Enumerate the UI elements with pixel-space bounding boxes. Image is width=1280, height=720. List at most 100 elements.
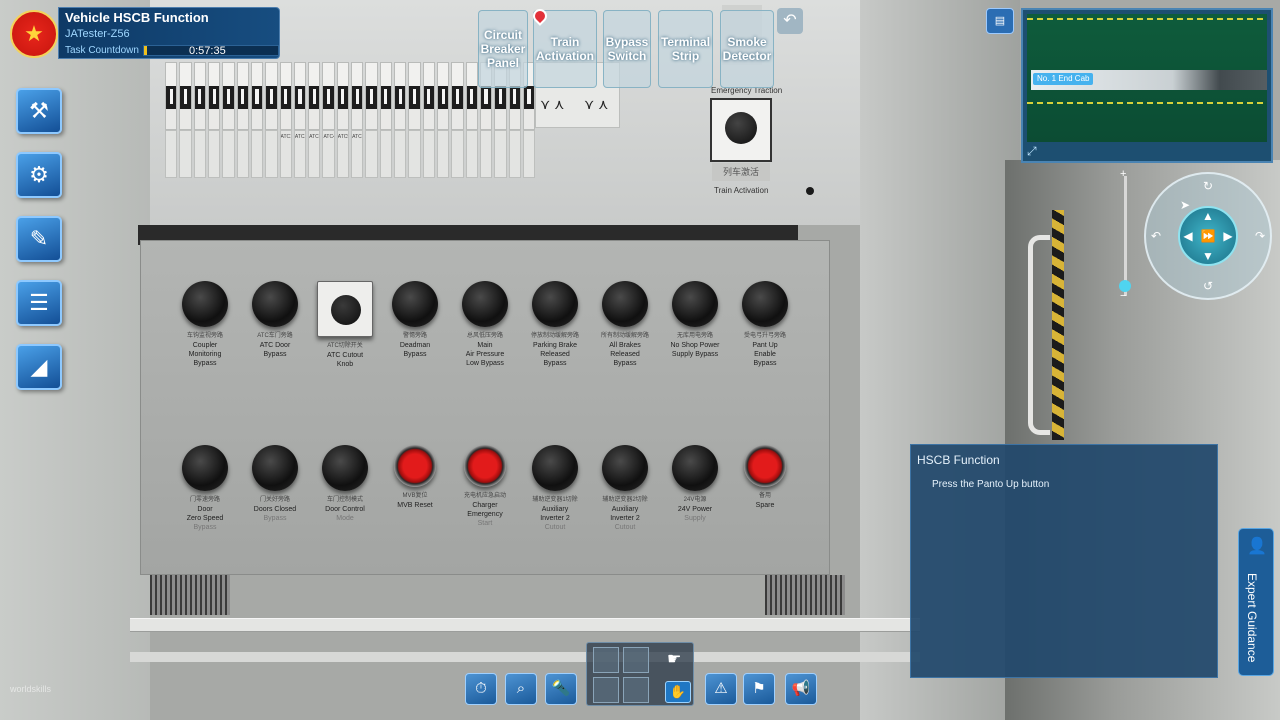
circuit-breaker[interactable] (193, 62, 206, 130)
panel-control-row2-8: 备用 Spare (727, 439, 803, 510)
rotate-up-icon[interactable]: ↻ (1200, 178, 1216, 194)
circuit-breaker[interactable] (336, 62, 350, 130)
rotary-switch[interactable] (392, 281, 438, 327)
circuit-breaker[interactable] (422, 62, 435, 130)
move-up-icon[interactable]: ▲ (1200, 208, 1216, 224)
breaker-label (265, 130, 278, 178)
panel-control-row1-4: 总风低压旁路 Main Air Pressure Low Bypass (447, 275, 523, 368)
rotate-left-icon[interactable]: ↶ (1148, 228, 1164, 244)
circuit-breaker[interactable] (394, 62, 407, 130)
switch-symbol-icon: ⋎ ⋏ (584, 96, 609, 112)
stopwatch-icon[interactable]: ⏱ (465, 673, 497, 705)
train-activation-knob[interactable] (725, 112, 757, 144)
panel-control-row2-6: 辅助逆变器2切除 Auxiliary Inverter 2 Cutout (587, 439, 663, 532)
circuit-breaker[interactable] (308, 62, 321, 130)
circuit-breaker[interactable] (365, 62, 378, 130)
circuit-breaker[interactable] (351, 62, 364, 130)
panel-control-row1-3: 警惕旁路 Deadman Bypass (377, 275, 453, 359)
camera-compass[interactable]: ↻ ↺ ↶ ↷ ▲ ▼ ◀ ▶ ⏩ (1144, 172, 1272, 300)
rotary-switch[interactable] (742, 281, 788, 327)
grab-hand-icon[interactable]: ✋ (665, 681, 691, 703)
flashlight-icon[interactable]: 🔦 (545, 673, 577, 705)
rotary-switch[interactable] (602, 281, 648, 327)
rotate-right-icon[interactable]: ↷ (1252, 228, 1268, 244)
circuit-breaker[interactable] (451, 62, 464, 130)
circuit-breaker[interactable] (465, 62, 478, 130)
move-right-icon[interactable]: ▶ (1220, 228, 1236, 244)
rotary-switch[interactable] (252, 445, 298, 491)
inventory-slot[interactable] (623, 647, 649, 673)
red-push-button[interactable] (464, 445, 506, 487)
nav-smoke-detector[interactable]: Smoke Detector (720, 10, 774, 88)
inventory-slot[interactable] (593, 647, 619, 673)
checklist-icon[interactable]: ☰ (16, 280, 62, 326)
move-left-icon[interactable]: ◀ (1180, 228, 1196, 244)
rotary-switch[interactable] (672, 281, 718, 327)
rotary-switch[interactable] (462, 281, 508, 327)
fast-forward-icon[interactable]: ⏩ (1200, 228, 1216, 244)
expert-guidance-tab[interactable]: 👤 Expert Guidance (1238, 528, 1274, 676)
pointing-hand-icon[interactable]: ☛ (667, 649, 681, 669)
rotary-switch[interactable] (252, 281, 298, 327)
circuit-breaker[interactable] (293, 62, 307, 130)
inventory-slot[interactable] (593, 677, 619, 703)
rotary-switch[interactable] (602, 445, 648, 491)
control-label: Bypass (193, 524, 217, 531)
camera-move-pad[interactable]: ▲ ▼ ◀ ▶ ⏩ (1178, 206, 1238, 266)
hazard-stripe (1052, 210, 1064, 440)
circuit-breaker[interactable] (179, 62, 192, 130)
pencil-icon[interactable]: ✎ (16, 216, 62, 262)
circuit-breaker[interactable] (379, 62, 392, 130)
tools-icon[interactable]: ⚒ (16, 88, 62, 134)
nav-terminal-strip[interactable]: Terminal Strip (658, 10, 713, 88)
broadcast-icon[interactable]: 📢 (785, 673, 817, 705)
zoom-slider[interactable] (1124, 176, 1127, 296)
fault-x-icon[interactable]: ⚠ (705, 673, 737, 705)
scene: ATC1 ATC2 ATC3 ATC4 ATC5 ATC6 ⋎ ⋏ ⋎ ⋏ Emergen… (0, 0, 1280, 720)
control-label: All Brakes (609, 342, 641, 349)
circuit-breaker[interactable] (207, 62, 221, 130)
meter-icon[interactable]: ⚙ (16, 152, 62, 198)
circuit-breaker[interactable] (236, 62, 249, 130)
nav-bypass-switch[interactable]: Bypass Switch (603, 10, 651, 88)
circuit-breaker[interactable] (265, 62, 278, 130)
back-icon[interactable]: ↶ (777, 8, 803, 34)
circuit-breaker[interactable] (279, 62, 292, 130)
glasses-icon[interactable]: ◢ (16, 344, 62, 390)
rotary-switch[interactable] (317, 281, 373, 337)
move-down-icon[interactable]: ▼ (1200, 248, 1216, 264)
circuit-breaker[interactable] (222, 62, 235, 130)
control-label: Deadman (399, 342, 431, 349)
circuit-breaker[interactable] (165, 62, 178, 130)
control-label: Bypass (543, 360, 567, 367)
rotary-switch[interactable] (322, 445, 368, 491)
inventory-slot[interactable] (623, 677, 649, 703)
rotary-switch[interactable] (182, 281, 228, 327)
control-label: Bypass (613, 360, 637, 367)
expand-icon[interactable]: ⤢ (1027, 144, 1043, 160)
rotary-switch[interactable] (182, 445, 228, 491)
control-label: MVB Reset (397, 502, 433, 509)
control-label: Auxiliary (611, 506, 639, 513)
breaker-label (465, 130, 478, 178)
rotary-switch[interactable] (532, 281, 578, 327)
circuit-breaker[interactable] (436, 62, 450, 130)
rotary-switch[interactable] (532, 445, 578, 491)
nav-circuit-breaker-panel[interactable]: Circuit Breaker Panel (478, 10, 528, 88)
inspect-icon[interactable]: ⚑ (743, 673, 775, 705)
circuit-breaker[interactable] (250, 62, 264, 130)
red-push-button[interactable] (394, 445, 436, 487)
red-push-button[interactable] (744, 445, 786, 487)
zoom-in-icon[interactable]: + (1120, 168, 1126, 180)
countdown-time: 0:57:35 (189, 45, 226, 57)
zoom-out-icon[interactable]: − (1120, 290, 1126, 302)
magnifier-icon[interactable]: ⌕ (505, 673, 537, 705)
minimap-toggle-icon[interactable]: ▤ (986, 8, 1014, 34)
control-label: ATC Door (259, 342, 291, 349)
circuit-breaker[interactable] (408, 62, 421, 130)
rotary-switch[interactable] (672, 445, 718, 491)
circuit-breaker[interactable] (322, 62, 335, 130)
control-label: 24V Power (677, 506, 713, 513)
minimap[interactable]: No. 1 End Cab ⤢ (1021, 8, 1273, 163)
rotate-down-icon[interactable]: ↺ (1200, 278, 1216, 294)
